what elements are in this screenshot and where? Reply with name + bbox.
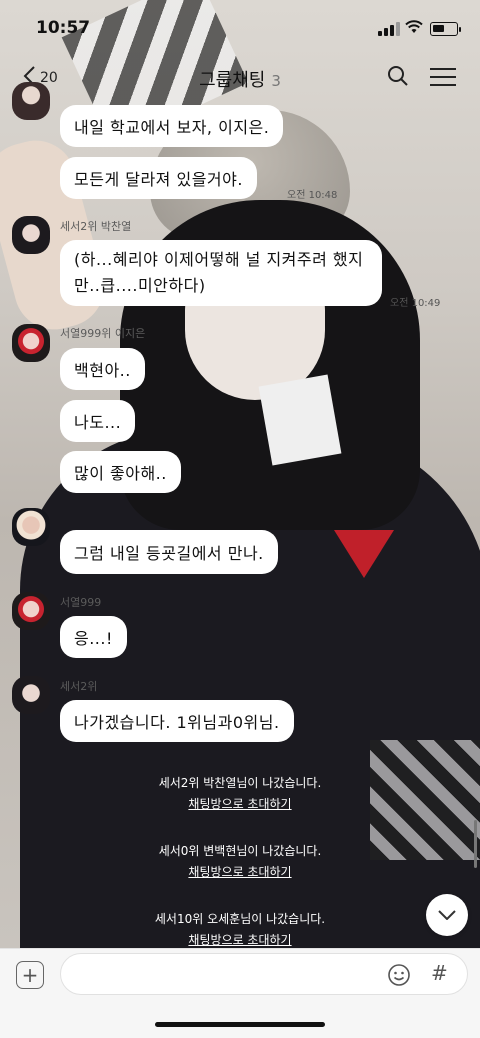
message-input[interactable] (75, 964, 375, 986)
home-indicator (155, 1022, 325, 1027)
message-time: 오전 10:49 (390, 298, 441, 309)
battery-icon (430, 22, 461, 36)
signal-icon (378, 22, 400, 36)
avatar[interactable] (12, 216, 50, 254)
avatar[interactable] (12, 508, 50, 546)
wallpaper-collar (258, 374, 342, 466)
message-bubble[interactable]: 그럼 내일 등굣길에서 만나. (60, 530, 278, 574)
scroll-down-button[interactable] (426, 894, 468, 936)
sender-name: 서열999위 이지은 (60, 327, 146, 340)
emoji-icon[interactable] (387, 963, 411, 987)
plus-icon[interactable]: + (16, 961, 44, 989)
message-bubble[interactable]: 내일 학교에서 보자, 이지은. (60, 105, 284, 147)
status-time: 10:57 (36, 18, 91, 38)
message-bubble[interactable]: 나가겠습니다. 1위님과0위님. (60, 700, 294, 742)
notice-text: 세서2위 박찬열님이 나갔습니다. (158, 776, 322, 790)
chat-header: 20 그룹채팅 3 (0, 58, 480, 98)
status-bar: 10:57 (0, 0, 480, 58)
invite-link[interactable]: 채팅방으로 초대하기 (0, 795, 480, 812)
system-notice: 세서2위 박찬열님이 나갔습니다. 채팅방으로 초대하기 (0, 774, 480, 812)
chevron-down-icon (438, 910, 456, 920)
avatar[interactable] (12, 676, 50, 714)
wifi-icon (405, 20, 423, 38)
notice-text: 세서0위 변백현님이 나갔습니다. (158, 844, 322, 858)
avatar[interactable] (12, 82, 50, 120)
notice-text: 세서10위 오세훈님이 나갔습니다. (154, 912, 326, 926)
chat-title-text: 그룹채팅 (199, 70, 266, 91)
hash-icon[interactable]: # (431, 961, 448, 985)
message-bubble[interactable]: 백현아.. (60, 348, 145, 390)
system-notice: 세서0위 변백현님이 나갔습니다. 채팅방으로 초대하기 (0, 842, 480, 880)
avatar[interactable] (12, 592, 50, 630)
scrollbar[interactable] (474, 820, 477, 868)
message-bubble[interactable]: 많이 좋아해.. (60, 451, 181, 493)
sender-name: 서열999 (60, 596, 102, 609)
sender-name: 세서2위 (60, 680, 98, 693)
sender-name: 세서2위 박찬열 (60, 220, 132, 233)
message-bubble[interactable]: 모든게 달라져 있을거야. (60, 157, 257, 199)
message-time: 오전 10:48 (287, 190, 338, 201)
invite-link[interactable]: 채팅방으로 초대하기 (0, 931, 480, 948)
message-bubble[interactable]: 응...! (60, 616, 127, 658)
message-input-container[interactable]: # (60, 953, 468, 995)
message-bubble[interactable]: 나도... (60, 400, 136, 442)
message-bubble[interactable]: (하...혜리야 이제어떻해 널 지켜주려 했지만..큽....미안하다) (60, 240, 382, 306)
member-count: 3 (271, 72, 281, 90)
invite-link[interactable]: 채팅방으로 초대하기 (0, 863, 480, 880)
avatar[interactable] (12, 324, 50, 362)
hamburger-icon[interactable] (430, 66, 456, 88)
system-notice: 세서10위 오세훈님이 나갔습니다. 채팅방으로 초대하기 (0, 910, 480, 948)
search-icon[interactable] (386, 64, 410, 88)
